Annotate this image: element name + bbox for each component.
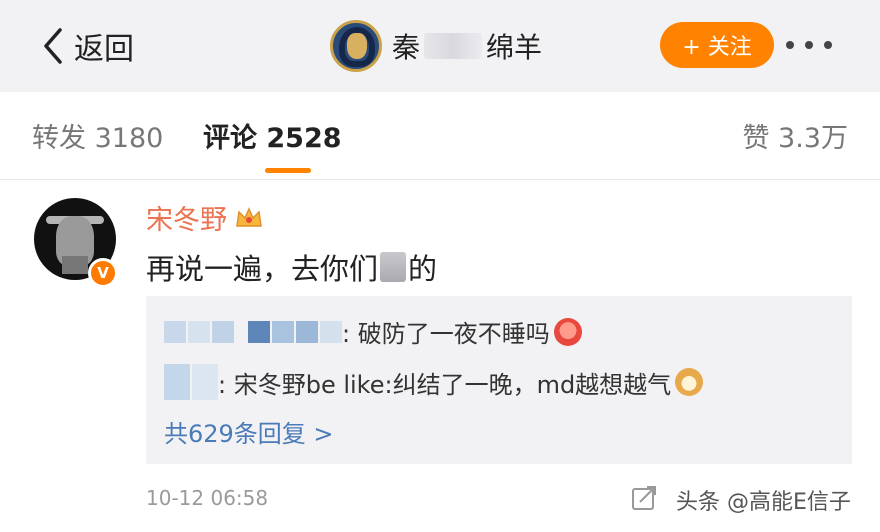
name-blur-mosaic [424,33,483,59]
reply-text: : 宋冬野be like:纠结了一晚，md越想越气 [218,370,672,399]
active-tab-indicator [265,168,311,173]
reply-user-mosaic [164,364,218,400]
post-author-name[interactable]: 秦 绵羊 [392,26,542,66]
reply-preview-box[interactable]: : 破防了一夜不睡吗 : 宋冬野be like:纠结了一晚，md越想越气 共62… [146,296,852,464]
share-icon[interactable] [630,484,658,512]
more-dot [824,41,832,49]
more-dots-icon[interactable] [786,38,832,52]
tab-comment[interactable]: 评论 2528 [203,116,342,155]
reply-item: : 宋冬野be like:纠结了一晚，md越想越气 [164,364,704,400]
reply-user-mosaic [164,320,342,343]
post-tabs: 转发 3180 评论 2528 赞 3.3万 [0,92,880,180]
tab-like[interactable]: 赞 3.3万 [742,116,848,155]
top-nav-bar: 返回 秦 绵羊 + 关注 [0,0,880,92]
back-chevron-icon [44,28,62,64]
reply-text: : 破防了一夜不睡吗 [342,320,550,348]
comment-text-start: 再说一遍，去你们 [146,252,379,286]
comment-text: 再说一遍，去你们 的 [146,246,437,288]
comment-item: V 宋冬野 再说一遍，去你们 的 : 破防了一夜不睡吗: 宋冬野be like… [0,180,880,532]
post-author-name-end: 绵羊 [486,31,543,64]
back-button[interactable]: 返回 [40,26,134,67]
dog-emoji-icon [675,368,704,396]
crown-icon [236,206,262,227]
comment-timestamp: 10-12 06:58 [146,486,269,510]
commenter-name[interactable]: 宋冬野 [146,198,263,237]
more-dot [786,41,794,49]
post-author-header[interactable]: 秦 绵羊 [330,20,542,72]
comment-text-end: 的 [408,252,438,286]
comment-blur-mosaic [380,252,407,282]
avatar-face-shape [347,33,367,59]
back-label: 返回 [74,32,134,67]
follow-button[interactable]: + 关注 [660,22,774,68]
angry-emoji-icon [553,317,582,346]
commenter-name-text: 宋冬野 [146,205,227,236]
tab-repost[interactable]: 转发 3180 [32,116,163,155]
view-all-replies-link[interactable]: 共629条回复 > [164,414,334,449]
verified-v-icon: V [88,258,118,288]
post-author-avatar[interactable] [330,20,382,72]
post-author-name-start: 秦 [392,31,421,64]
avatar-figure-legs [62,256,88,274]
source-watermark: 头条 @高能E信子 [676,490,851,515]
more-dot [805,41,813,49]
reply-item: : 破防了一夜不睡吗 [164,314,582,349]
